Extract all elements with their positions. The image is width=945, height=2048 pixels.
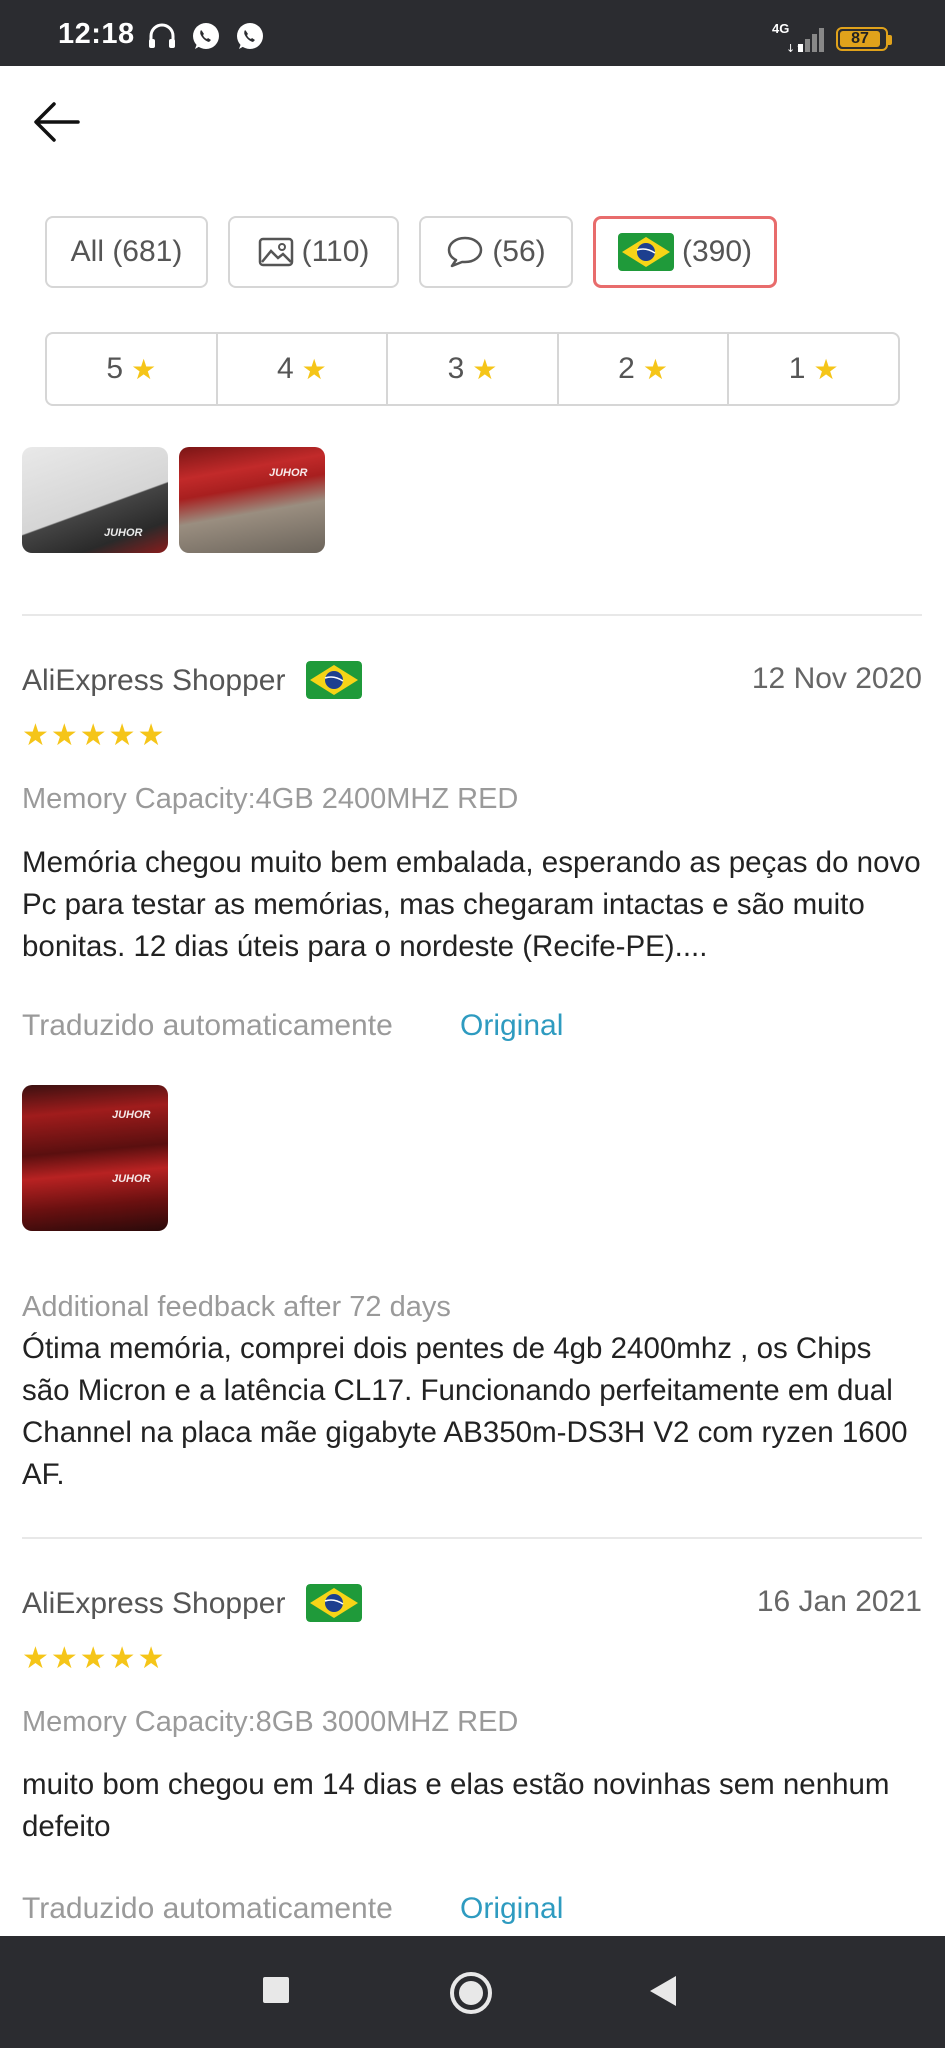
star-filter-1[interactable]: 1 ★: [729, 334, 898, 404]
review-photo[interactable]: JUHOR: [179, 447, 325, 553]
star-filter-5[interactable]: 5 ★: [47, 334, 218, 404]
divider: [22, 1537, 922, 1539]
brazil-flag-icon: [306, 1584, 362, 1622]
star-icon: ★: [642, 353, 668, 385]
additional-feedback-text: Ótima memória, comprei dois pentes de 4g…: [22, 1332, 908, 1491]
review-text: muito bom chegou em 14 dias e elas estão…: [22, 1768, 890, 1843]
additional-feedback-label: Additional feedback after 72 days: [22, 1291, 451, 1323]
translated-label: Traduzido automaticamente: [22, 1892, 393, 1925]
recent-apps-icon[interactable]: [262, 1976, 290, 2004]
product-variant: Memory Capacity:4GB 2400MHZ RED: [22, 783, 519, 815]
reviewer-name: AliExpress Shopper: [22, 664, 286, 697]
divider: [22, 614, 922, 616]
rating-stars: ★★★★★: [22, 1642, 167, 1675]
whatsapp-icon: [193, 23, 219, 49]
signal-icon: ↓↑: [786, 28, 824, 54]
star-icon: ★: [131, 353, 157, 385]
star-filter-row: 5 ★ 4 ★ 3 ★ 2 ★ 1 ★: [45, 332, 900, 406]
product-variant: Memory Capacity:8GB 3000MHZ RED: [22, 1706, 519, 1738]
battery-icon: 87: [836, 27, 892, 51]
system-nav-bar: [0, 1936, 945, 2048]
filter-brazil-label: (390): [681, 235, 753, 268]
headphones-icon: [149, 23, 175, 48]
translated-label: Traduzido automaticamente: [22, 1009, 393, 1042]
filter-brazil[interactable]: (390): [593, 216, 777, 288]
filter-all[interactable]: All (681): [45, 216, 208, 288]
filter-photos-label: (110): [301, 235, 370, 268]
review-photo[interactable]: JUHOR: [22, 447, 168, 553]
reviewer-name: AliExpress Shopper: [22, 1587, 286, 1620]
arrow-left-icon[interactable]: [28, 92, 88, 152]
star-filter-3[interactable]: 3 ★: [388, 334, 559, 404]
battery-level: 87: [840, 31, 880, 47]
filter-comments-label: (56): [492, 235, 546, 268]
original-link[interactable]: Original: [460, 1009, 563, 1043]
star-icon: ★: [472, 353, 498, 385]
original-link[interactable]: Original: [460, 1892, 563, 1926]
brazil-flag-icon: [617, 233, 674, 271]
rating-stars: ★★★★★: [22, 719, 167, 752]
review-photo[interactable]: JUHOR JUHOR: [22, 1085, 168, 1231]
back-triangle-icon[interactable]: [648, 1974, 678, 2008]
status-bar: 12:18 4G ↓↑ 87: [0, 0, 945, 66]
filter-comments[interactable]: (56): [419, 216, 573, 288]
comment-icon: [448, 236, 483, 268]
brazil-flag-icon: [306, 661, 362, 699]
star-filter-2[interactable]: 2 ★: [559, 334, 730, 404]
whatsapp-icon: [237, 23, 263, 49]
star-filter-4[interactable]: 4 ★: [218, 334, 389, 404]
image-icon: [258, 237, 293, 267]
star-icon: ★: [301, 353, 327, 385]
review-date: 12 Nov 2020: [751, 662, 922, 695]
home-icon[interactable]: [448, 1970, 494, 2016]
status-time: 12:18: [58, 18, 135, 50]
star-icon: ★: [813, 353, 839, 385]
review-date: 16 Jan 2021: [756, 1585, 922, 1618]
review-text: Memória chegou muito bem embalada, esper…: [22, 846, 921, 963]
filter-photos[interactable]: (110): [228, 216, 399, 288]
filter-all-label: All (681): [70, 235, 183, 268]
